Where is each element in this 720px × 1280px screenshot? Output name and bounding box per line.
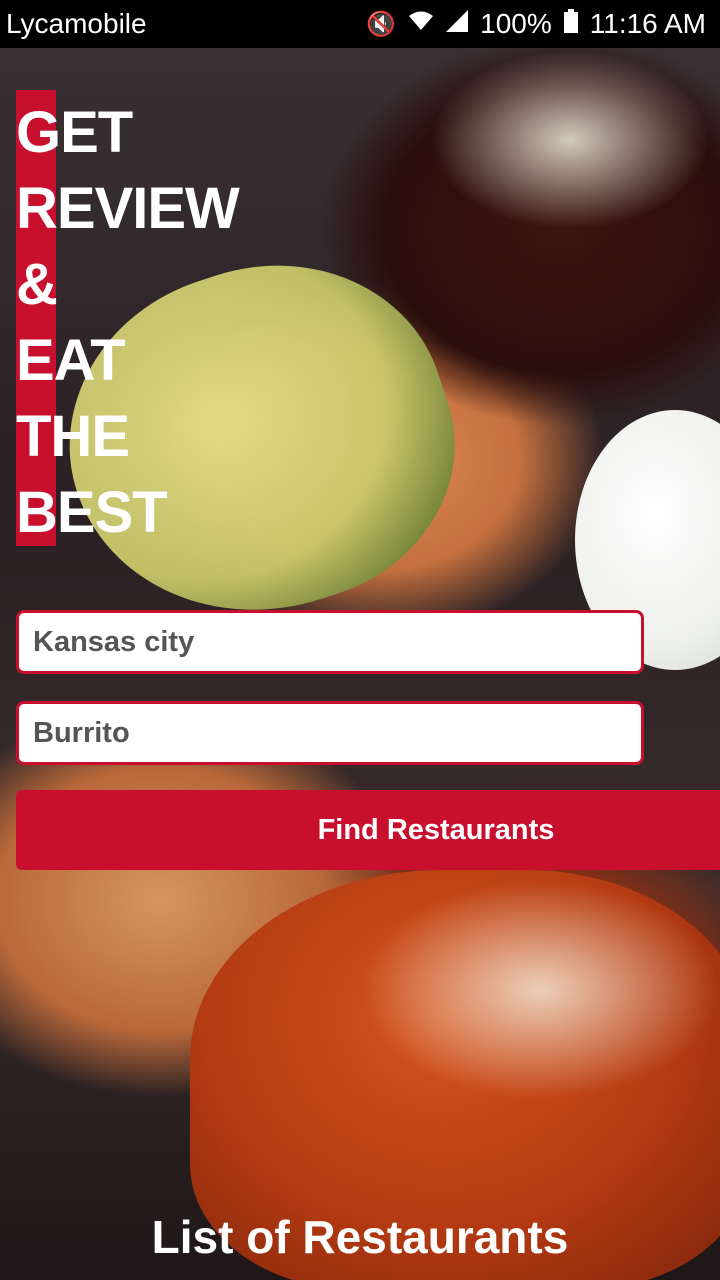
- headline-line: &: [16, 252, 58, 317]
- mute-icon: 🔇: [366, 10, 397, 38]
- location-input-value: Kansas city: [33, 625, 195, 658]
- find-restaurants-button[interactable]: Find Restaurants: [16, 790, 720, 870]
- signal-icon: [446, 9, 469, 39]
- clock: 11:16 AM: [589, 8, 706, 39]
- battery-icon: [563, 8, 578, 40]
- headline-line: EAT: [16, 328, 126, 393]
- find-restaurants-label: Find Restaurants: [317, 813, 555, 846]
- food-input[interactable]: Burrito: [16, 701, 644, 765]
- food-input-value: Burrito: [33, 716, 130, 749]
- headline-line: GET: [16, 100, 133, 165]
- list-of-restaurants-link[interactable]: List of Restaurants: [0, 1210, 720, 1264]
- hero-headline: GET REVIEW & EAT THE BEST: [16, 95, 240, 551]
- location-input[interactable]: Kansas city: [16, 610, 644, 674]
- headline-line: THE: [16, 404, 130, 469]
- status-bar: Lycamobile 🔇 100% 11:16 AM: [0, 0, 720, 48]
- wifi-icon: [408, 10, 434, 39]
- headline-line: REVIEW: [16, 176, 240, 241]
- battery-percent: 100%: [480, 8, 552, 39]
- carrier-name: Lycamobile: [6, 8, 147, 39]
- headline-line: BEST: [16, 480, 168, 545]
